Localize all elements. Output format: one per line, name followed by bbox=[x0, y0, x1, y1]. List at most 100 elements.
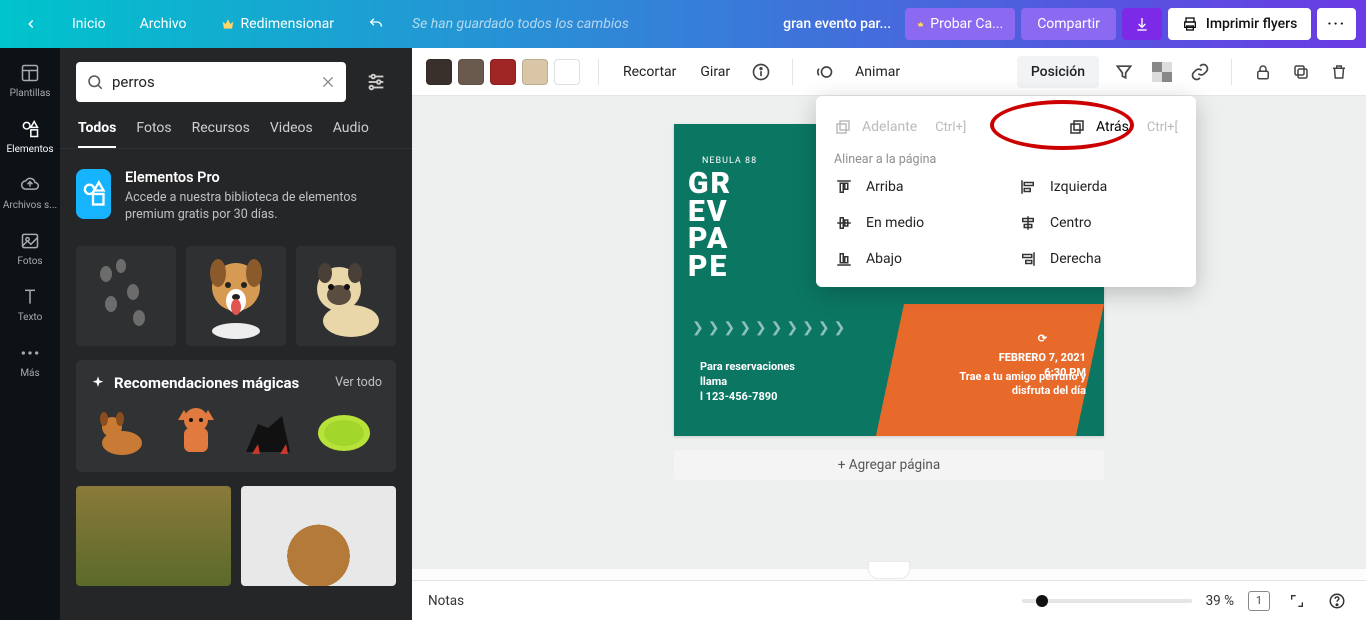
align-center-icon bbox=[1019, 214, 1037, 232]
align-bottom[interactable]: Abajo bbox=[834, 249, 994, 269]
search-filters-button[interactable] bbox=[356, 62, 396, 102]
align-bottom-icon bbox=[835, 250, 853, 268]
rail-text-label: Texto bbox=[18, 312, 43, 323]
back-button[interactable] bbox=[10, 9, 52, 39]
color-swatches bbox=[426, 59, 580, 85]
position-dropdown: Adelante Ctrl+] Atrás Ctrl+[ Alinear a l… bbox=[816, 96, 1196, 287]
magic-see-all[interactable]: Ver todo bbox=[335, 375, 382, 390]
element-thumb-pawprints[interactable] bbox=[76, 246, 176, 346]
copy-icon bbox=[1292, 63, 1310, 81]
magic-thumb-2[interactable] bbox=[164, 402, 228, 462]
fullscreen-button[interactable] bbox=[1284, 588, 1310, 614]
sparkle-icon bbox=[90, 375, 106, 391]
align-middle[interactable]: En medio bbox=[834, 213, 994, 233]
bring-forward[interactable]: Adelante Ctrl+] bbox=[834, 118, 966, 136]
align-left[interactable]: Izquierda bbox=[1018, 177, 1178, 197]
align-top[interactable]: Arriba bbox=[834, 177, 994, 197]
color-swatch-5[interactable] bbox=[554, 59, 580, 85]
text-icon bbox=[19, 286, 41, 308]
filter-button[interactable] bbox=[1111, 59, 1137, 85]
magic-thumb-1[interactable] bbox=[90, 402, 154, 462]
send-back[interactable]: Atrás Ctrl+[ bbox=[1068, 118, 1178, 136]
add-page-button[interactable]: + Agregar página bbox=[674, 450, 1104, 480]
rotate-button[interactable]: Girar bbox=[694, 60, 736, 84]
color-swatch-4[interactable] bbox=[522, 59, 548, 85]
page-thumbnail-button[interactable]: 1 bbox=[1248, 591, 1270, 611]
more-menu-button[interactable]: ··· bbox=[1317, 8, 1356, 40]
crop-button[interactable]: Recortar bbox=[617, 60, 682, 84]
results-row-2 bbox=[76, 486, 396, 586]
close-icon bbox=[320, 74, 336, 90]
forward-icon bbox=[834, 118, 852, 136]
pro-title: Elementos Pro bbox=[125, 169, 396, 186]
print-label: Imprimir flyers bbox=[1206, 16, 1297, 32]
saved-status: Se han guardado todos los cambios bbox=[412, 16, 629, 32]
search-input[interactable] bbox=[112, 73, 312, 91]
elements-icon bbox=[19, 118, 41, 140]
panel-tabs: Todos Fotos Recursos Videos Audio bbox=[60, 112, 412, 149]
share-label: Compartir bbox=[1037, 16, 1100, 32]
search-box[interactable] bbox=[76, 62, 346, 102]
try-pro-button[interactable]: Probar Ca... bbox=[905, 8, 1015, 40]
tab-all[interactable]: Todos bbox=[78, 112, 116, 148]
element-thumb-dog1[interactable] bbox=[186, 246, 286, 346]
tab-resources[interactable]: Recursos bbox=[192, 112, 250, 148]
print-flyers-button[interactable]: Imprimir flyers bbox=[1168, 8, 1311, 40]
crown-icon bbox=[917, 17, 924, 31]
document-title[interactable]: gran evento par... bbox=[775, 16, 899, 32]
rail-more-label: Más bbox=[20, 368, 39, 379]
animate-icon-button[interactable] bbox=[811, 59, 837, 85]
file-menu[interactable]: Archivo bbox=[126, 8, 201, 40]
results-row-1 bbox=[76, 238, 396, 360]
color-swatch-1[interactable] bbox=[426, 59, 452, 85]
photo-thumb-1[interactable] bbox=[76, 486, 231, 586]
photo-thumb-2[interactable] bbox=[241, 486, 396, 586]
lock-button[interactable] bbox=[1250, 59, 1276, 85]
rail-uploads[interactable]: Archivos s... bbox=[0, 164, 60, 220]
pro-subtitle: Accede a nuestra biblioteca de elementos… bbox=[125, 190, 396, 224]
align-right[interactable]: Derecha bbox=[1018, 249, 1178, 269]
zoom-slider[interactable] bbox=[1022, 599, 1192, 603]
back-shortcut: Ctrl+[ bbox=[1147, 120, 1178, 135]
canvas-area: Recortar Girar Animar Posición Adelante … bbox=[412, 48, 1366, 620]
help-button[interactable] bbox=[1324, 588, 1350, 614]
zoom-value[interactable]: 39 % bbox=[1206, 593, 1234, 609]
element-thumb-pug[interactable] bbox=[296, 246, 396, 346]
link-button[interactable] bbox=[1187, 59, 1213, 85]
notes-button[interactable]: Notas bbox=[428, 593, 464, 609]
rail-templates[interactable]: Plantillas bbox=[0, 52, 60, 108]
print-icon bbox=[1182, 16, 1198, 32]
tab-videos[interactable]: Videos bbox=[270, 112, 313, 148]
tab-photos[interactable]: Fotos bbox=[136, 112, 171, 148]
horizontal-scrollbar[interactable] bbox=[412, 568, 1366, 580]
delete-button[interactable] bbox=[1326, 59, 1352, 85]
align-center[interactable]: Centro bbox=[1018, 213, 1178, 233]
rail-photos[interactable]: Fotos bbox=[0, 220, 60, 276]
position-button[interactable]: Posición bbox=[1017, 56, 1099, 88]
animate-button[interactable]: Animar bbox=[849, 60, 906, 84]
color-swatch-2[interactable] bbox=[458, 59, 484, 85]
page-arrows: ❯❯❯❯❯❯❯❯❯❯ bbox=[692, 320, 849, 336]
rail-more[interactable]: Más bbox=[0, 332, 60, 388]
transparency-button[interactable] bbox=[1149, 59, 1175, 85]
pro-badge-icon bbox=[76, 169, 111, 219]
magic-thumb-3[interactable] bbox=[238, 402, 302, 462]
color-swatch-3[interactable] bbox=[490, 59, 516, 85]
tab-audio[interactable]: Audio bbox=[333, 112, 369, 148]
info-button[interactable] bbox=[748, 59, 774, 85]
home-button[interactable]: Inicio bbox=[58, 8, 120, 40]
duplicate-button[interactable] bbox=[1288, 59, 1314, 85]
pro-card[interactable]: Elementos Pro Accede a nuestra bibliotec… bbox=[76, 165, 396, 238]
undo-button[interactable] bbox=[354, 8, 398, 40]
page-message: Trae a tu amigo perruno y disfruta del d… bbox=[959, 370, 1086, 399]
rail-elements-label: Elementos bbox=[6, 144, 53, 155]
align-middle-icon bbox=[835, 214, 853, 232]
magic-thumb-4[interactable] bbox=[312, 402, 376, 462]
clear-search-button[interactable] bbox=[320, 74, 336, 90]
share-button[interactable]: Compartir bbox=[1021, 8, 1116, 40]
rail-text[interactable]: Texto bbox=[0, 276, 60, 332]
resize-button[interactable]: Redimensionar bbox=[207, 8, 349, 40]
rail-elements[interactable]: Elementos bbox=[0, 108, 60, 164]
download-button[interactable] bbox=[1122, 8, 1162, 40]
zoom-knob[interactable] bbox=[1036, 595, 1048, 607]
